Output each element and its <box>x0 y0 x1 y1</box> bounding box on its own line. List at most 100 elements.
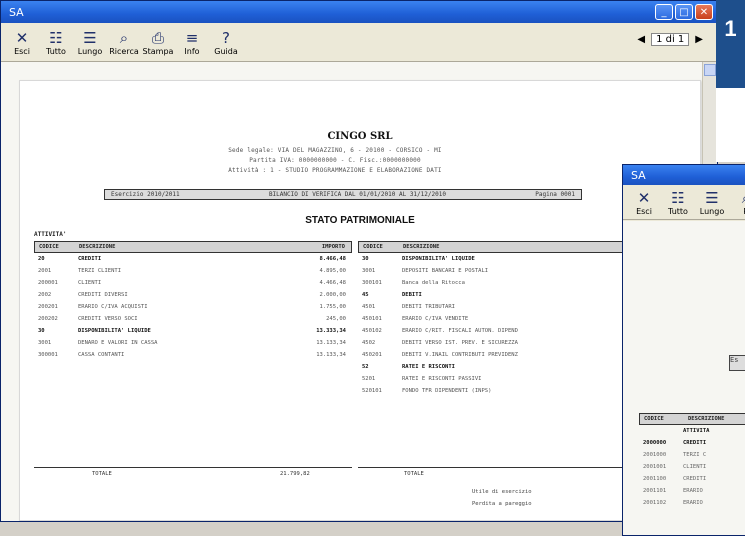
step-badge: 1 <box>716 0 745 88</box>
cell-desc: TERZI CLIENTI <box>78 268 122 274</box>
toolbar-button-tutto[interactable]: ☷ Tutto <box>661 189 695 216</box>
title-bar: SA <box>623 165 745 185</box>
toolbar-button-help[interactable]: ? Guida <box>209 29 243 56</box>
tutto-icon: ☷ <box>49 28 63 47</box>
cell-code: 30 <box>362 256 369 262</box>
cell-desc: CREDITI DIVERSI <box>78 292 128 298</box>
header-code: CODICE <box>644 416 664 422</box>
cell-code: 2002 <box>38 292 52 298</box>
cell-code: 450102 <box>362 328 382 334</box>
note-loss: Perdita a pareggio <box>472 501 532 507</box>
cell-amount: 4.466,48 <box>319 280 347 286</box>
cell-code: 20 <box>38 256 45 262</box>
table-row: 200201 ERARIO C/IVA ACQUISTI 1.755,00 <box>34 301 352 313</box>
cell-amount: 4.895,00 <box>319 268 347 274</box>
cell-desc: CREDITI <box>78 256 102 262</box>
cell-code: 200201 <box>38 304 58 310</box>
period-bar: Esercizio 2010/2011 BILANCIO DI VERIFICA… <box>104 189 582 200</box>
exit-icon: ✕ <box>637 188 651 207</box>
table-row: 30 DISPONIBILITA' LIQUIDE 13.333,34 <box>34 325 352 337</box>
toolbar-button-label: Lungo <box>699 206 725 216</box>
table-row: 2001100 CREDITI <box>639 473 745 485</box>
info-icon: ≡ <box>185 28 199 47</box>
cell-code: 2001102 <box>643 500 667 506</box>
cell-code: 4501 <box>362 304 376 310</box>
table-header: CODICE DESCRIZIONE <box>639 413 745 425</box>
report-page: CINGO SRL Sede legale: VIA DEL MAGAZZINO… <box>19 80 701 521</box>
toolbar-button-lungo[interactable]: ☰ Lungo <box>73 29 107 56</box>
note-profit: Utile di esercizio <box>472 489 532 495</box>
next-page-icon[interactable]: ▶ <box>695 34 703 45</box>
scrollbar-thumb[interactable] <box>704 64 716 76</box>
toolbar-button-ricerca[interactable]: ⌕R <box>729 189 745 216</box>
toolbar: ✕ Esci ☷ Tutto ☰ Lungo ⌕ Ricerca ⎙ Stampa ≡ Info? Gu… <box>1 23 717 62</box>
cell-code: 300101 <box>362 280 382 286</box>
toolbar-button-exit[interactable]: ✕ Esci <box>627 189 661 216</box>
cell-code: 2001101 <box>643 488 667 494</box>
company-name: CINGO SRL <box>327 131 393 142</box>
cell-code: 5201 <box>362 376 376 382</box>
toolbar-button-label: Esci <box>14 46 30 56</box>
header-code: CODICE <box>39 244 59 250</box>
cell-code: 2001100 <box>643 476 667 482</box>
report-title: STATO PATRIMONIALE <box>305 215 415 226</box>
toolbar-button-lungo[interactable]: ☰ Lungo <box>695 189 729 216</box>
cell-desc: TERZI C <box>683 452 707 458</box>
title-bar: SA _ □ ✕ <box>1 1 717 23</box>
header-desc: DESCRIZIONE <box>79 244 116 250</box>
table-row: 2001001 CLIENTI <box>639 461 745 473</box>
cell-desc: CLIENTI <box>683 464 707 470</box>
table-row: ATTIVITA <box>639 425 745 437</box>
toolbar-button-info[interactable]: ≡ Info <box>175 29 209 56</box>
prev-page-icon[interactable]: ◀ <box>637 34 645 45</box>
period-bar-fragment: Es <box>729 355 745 371</box>
cell-desc: ATTIVITA <box>683 428 710 434</box>
cell-desc: DISPONIBILITA' LIQUIDE <box>78 328 151 334</box>
cell-amount: 13.133,34 <box>316 340 346 346</box>
period-left: Esercizio 2010/2011 <box>111 191 180 198</box>
header-desc: DESCRIZIONE <box>688 416 725 422</box>
toolbar-button-exit[interactable]: ✕ Esci <box>5 29 39 56</box>
section-label: ATTIVITA' <box>34 231 67 238</box>
window-title: SA <box>631 168 646 182</box>
cell-desc: CLIENTI <box>78 280 102 286</box>
table-row: 200001 CLIENTI 4.466,48 <box>34 277 352 289</box>
toolbar-button-label: Stampa <box>142 46 174 56</box>
assets-table: CODICE DESCRIZIONE IMPORTO 20 CREDITI 8.46… <box>34 241 352 361</box>
page-indicator[interactable]: 1 di 1 <box>651 33 690 46</box>
total-divider <box>34 467 352 468</box>
table-row: 2001102 ERARIO <box>639 497 745 509</box>
toolbar: ✕Esci☷Tutto☰Lungo⌕R <box>623 185 745 220</box>
cell-code: 2001001 <box>643 464 667 470</box>
toolbar-button-label: Ricerca <box>109 46 139 56</box>
cell-code: 300001 <box>38 352 58 358</box>
badge-tail <box>716 88 745 162</box>
table-row: 300001 CASSA CONTANTI 13.133,34 <box>34 349 352 361</box>
cell-code: 200001 <box>38 280 58 286</box>
cell-desc: ERARIO <box>683 488 703 494</box>
close-button[interactable]: ✕ <box>695 4 713 20</box>
preview-canvas: CINGO SRL Sede legale: VIA DEL MAGAZZINO… <box>1 62 705 521</box>
maximize-button[interactable]: □ <box>675 4 693 20</box>
cell-amount: 13.133,34 <box>316 352 346 358</box>
period-right: Pagina 0001 <box>535 191 575 198</box>
table-row: 2001 TERZI CLIENTI 4.895,00 <box>34 265 352 277</box>
toolbar-button-ricerca[interactable]: ⌕ Ricerca <box>107 29 141 56</box>
left-total-value: 21.799,82 <box>280 471 310 477</box>
cell-amount: 2.000,00 <box>319 292 347 298</box>
cell-desc: ERARIO <box>683 500 703 506</box>
cell-code: 520101 <box>362 388 382 394</box>
cell-amount: 245,00 <box>326 316 346 322</box>
toolbar-button-tutto[interactable]: ☷ Tutto <box>39 29 73 56</box>
address-line: Sede legale: VIA DEL MAGAZZINO, 6 - 2010… <box>228 147 442 154</box>
toolbar-button-print[interactable]: ⎙ Stampa <box>141 29 175 56</box>
exit-icon: ✕ <box>15 28 29 47</box>
cell-code: 4502 <box>362 340 376 346</box>
cell-code: 45 <box>362 292 369 298</box>
second-report-window: SA ✕Esci☷Tutto☰Lungo⌕R Es CODICE DESCRIZ… <box>622 164 745 536</box>
right-total-label: TOTALE <box>404 471 424 477</box>
table-row: 2000000 CREDITI <box>639 437 745 449</box>
toolbar-button-label: Info <box>184 46 200 56</box>
table-row: 200202 CREDITI VERSO SOCI 245,00 <box>34 313 352 325</box>
minimize-button[interactable]: _ <box>655 4 673 20</box>
